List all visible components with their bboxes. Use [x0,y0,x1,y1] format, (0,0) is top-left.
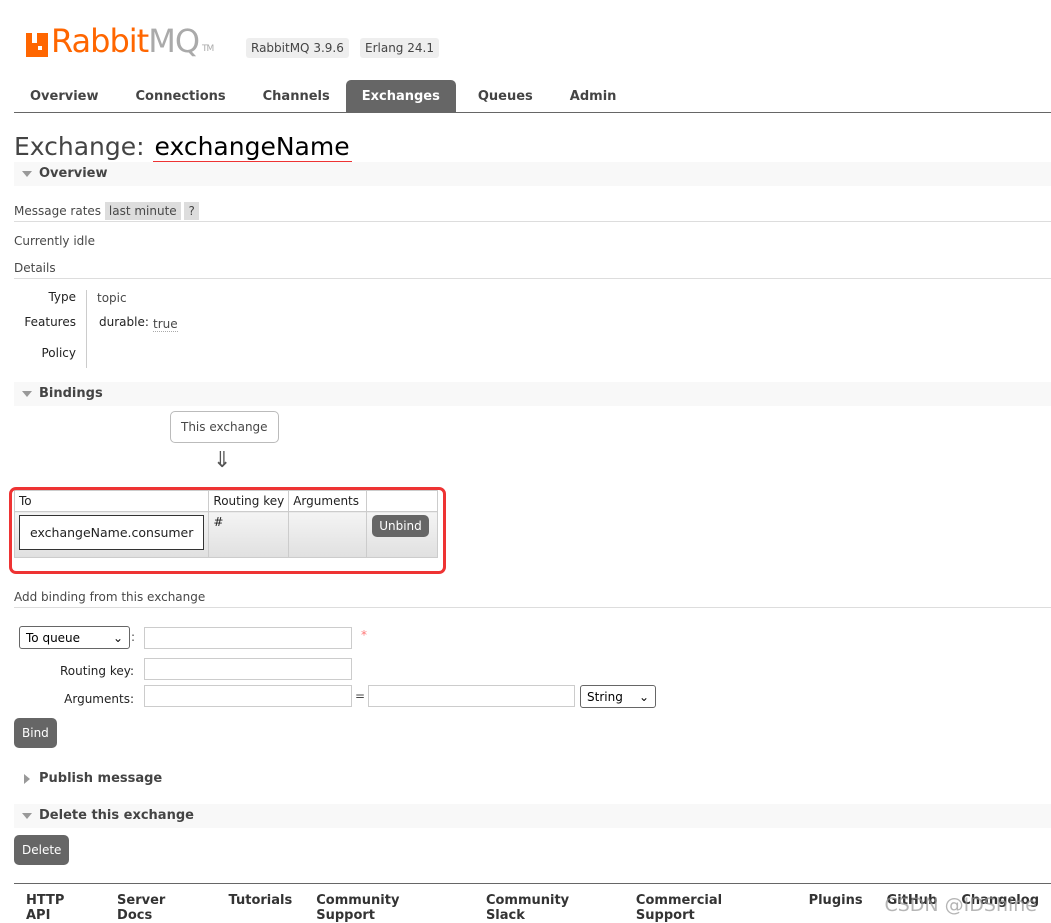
argument-type-select[interactable]: String ⌄ [580,685,656,708]
equals-sign: = [355,689,366,703]
help-button[interactable]: ? [184,202,199,220]
page-title: Exchange: exchangeName [14,132,352,164]
tab-overview[interactable]: Overview [14,80,115,112]
argument-key-input[interactable] [144,685,352,707]
select-value: String [587,689,623,704]
detail-key-features: Features [24,315,76,329]
chevron-down-icon: ⌄ [112,630,123,645]
routing-key-label: Routing key: [60,664,134,678]
section-bindings[interactable]: Bindings [14,382,1051,406]
detail-key-type: Type [48,290,76,304]
rate-option[interactable]: last minute [104,202,181,220]
required-mark: * [361,628,367,642]
section-title: Delete this exchange [39,808,194,823]
bind-button[interactable]: Bind [14,718,57,748]
footer-link-tutorials[interactable]: Tutorials [217,893,305,923]
add-binding-title: Add binding from this exchange [14,590,206,604]
erlang-badge: Erlang 24.1 [360,38,439,58]
divider [14,221,1051,222]
logo-text-mq: MQ [148,22,200,60]
delete-button[interactable]: Delete [14,835,70,865]
watermark: CSDN @IDShine [884,894,1037,916]
routing-key-input[interactable] [144,658,352,680]
detail-value-features: durable: [99,315,149,329]
logo-tm: TM [202,44,214,54]
chevron-down-icon: ⌄ [638,689,649,704]
highlight-box [9,487,446,574]
tab-queues[interactable]: Queues [456,80,555,112]
arguments-label: Arguments: [64,692,134,706]
details-label: Details [14,261,56,275]
exchange-name: exchangeName [152,132,352,164]
footer-link-http-api[interactable]: HTTP API [14,893,105,923]
tab-connections[interactable]: Connections [115,80,247,112]
rabbitmq-logo: RabbitMQ TM [26,22,214,60]
section-overview[interactable]: Overview [14,162,1051,186]
collapse-triangle-icon [22,813,32,819]
status-text: Currently idle [14,234,95,248]
footer-link-server-docs[interactable]: Server Docs [105,893,217,923]
footer-link-community-support[interactable]: Community Support [304,893,474,923]
tab-admin[interactable]: Admin [555,80,632,112]
collapse-triangle-icon [22,171,32,177]
title-prefix: Exchange: [14,132,145,161]
logo-text: RabbitMQ [51,22,200,60]
rabbit-icon [26,33,48,57]
divider [14,607,1051,608]
section-delete-exchange[interactable]: Delete this exchange [14,804,1051,828]
divider [14,278,1051,279]
footer-link-community-slack[interactable]: Community Slack [474,893,624,923]
this-exchange-box: This exchange [170,411,279,443]
destination-type-select[interactable]: To queue ⌄ [19,626,130,649]
footer-link-commercial-support[interactable]: Commercial Support [624,893,797,923]
footer-link-plugins[interactable]: Plugins [797,893,875,923]
arrow-down-icon: ⇓ [213,448,232,473]
detail-value-type: topic [97,291,127,305]
main-tabs: Overview Connections Channels Exchanges … [14,80,1051,113]
section-title: Bindings [39,386,103,401]
detail-key-policy: Policy [41,346,76,360]
version-badge: RabbitMQ 3.9.6 [246,38,349,58]
colon: : [131,630,136,644]
section-title: Publish message [39,771,163,786]
section-publish-message[interactable]: Publish message [14,767,1051,791]
message-rates: Message rates last minute ? [14,202,199,220]
tab-channels[interactable]: Channels [247,80,346,112]
collapse-triangle-icon [22,391,32,397]
durable-value: true [153,317,178,332]
select-value: To queue [26,630,81,645]
message-rates-label: Message rates [14,204,102,218]
divider [86,290,87,368]
expand-triangle-icon [24,774,30,784]
destination-input[interactable] [144,627,352,649]
section-title: Overview [39,166,108,181]
tab-exchanges[interactable]: Exchanges [345,80,456,112]
argument-value-input[interactable] [368,685,575,707]
